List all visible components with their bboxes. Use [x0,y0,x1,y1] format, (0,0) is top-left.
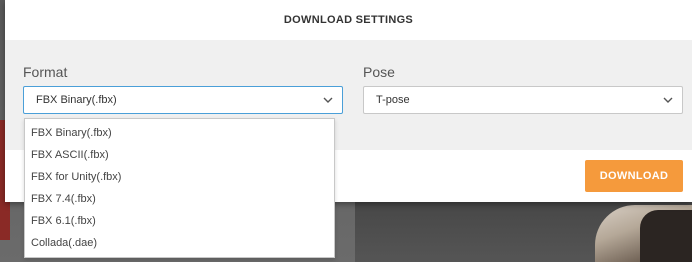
format-option[interactable]: Collada(.dae) [25,232,334,254]
chevron-down-icon [323,97,333,103]
format-option[interactable]: FBX 6.1(.fbx) [25,210,334,232]
pose-label: Pose [363,64,395,80]
format-option[interactable]: FBX ASCII(.fbx) [25,144,334,166]
pose-select-value: T-pose [376,94,410,106]
format-option[interactable]: FBX for Unity(.fbx) [25,166,334,188]
background-character-shadow [640,210,692,262]
download-button[interactable]: DOWNLOAD [585,160,683,192]
format-option[interactable]: FBX Binary(.fbx) [25,122,334,144]
format-select-value: FBX Binary(.fbx) [36,94,117,106]
format-option[interactable]: FBX 7.4(.fbx) [25,188,334,210]
modal-header: DOWNLOAD SETTINGS [5,0,692,40]
chevron-down-icon [663,97,673,103]
format-label: Format [23,64,68,80]
format-dropdown-list: FBX Binary(.fbx) FBX ASCII(.fbx) FBX for… [24,118,335,258]
modal-title: DOWNLOAD SETTINGS [283,14,414,26]
pose-select[interactable]: T-pose [363,86,683,114]
format-select[interactable]: FBX Binary(.fbx) [23,86,343,114]
